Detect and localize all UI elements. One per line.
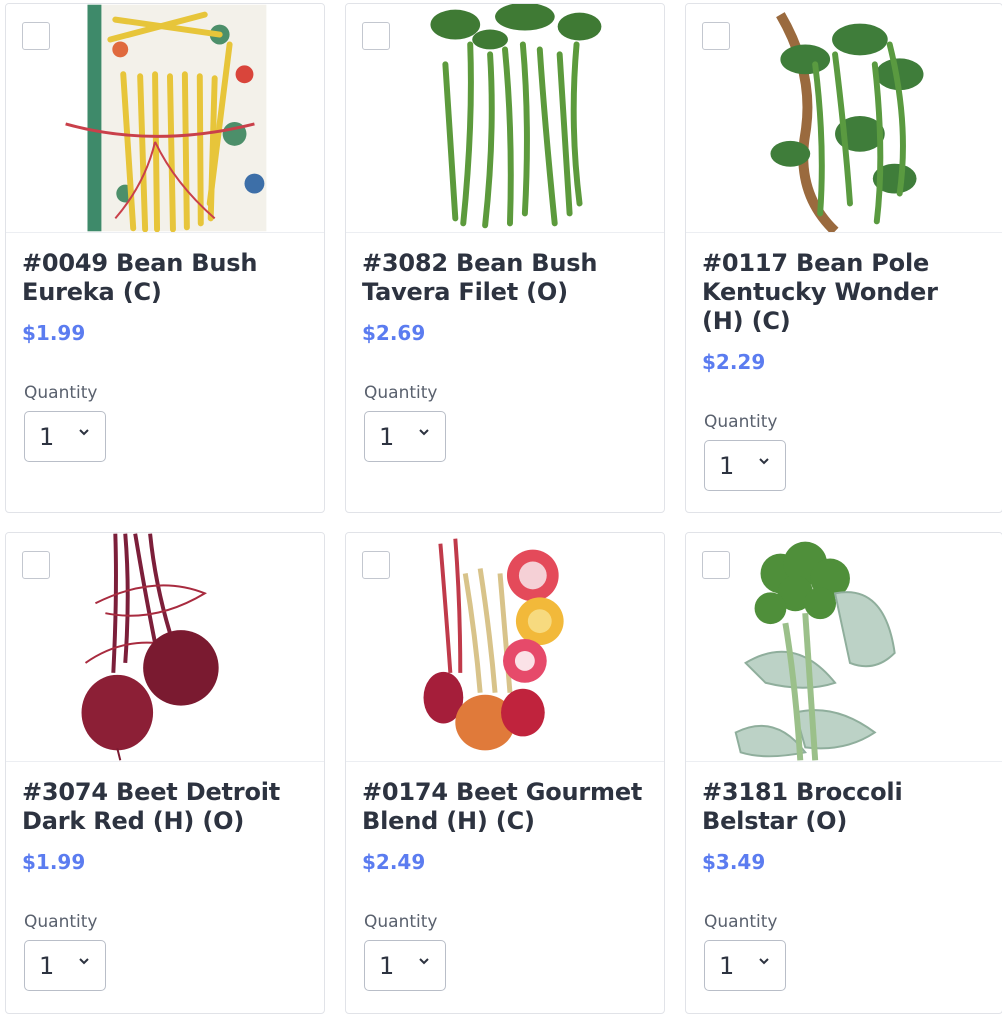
product-image[interactable] xyxy=(346,533,664,762)
chevron-down-icon xyxy=(759,458,769,465)
quantity-select[interactable]: 1 xyxy=(364,940,446,991)
product-image[interactable] xyxy=(346,4,664,233)
select-checkbox[interactable] xyxy=(22,22,50,50)
product-image[interactable] xyxy=(686,533,1002,762)
red-beets-illustration xyxy=(81,533,219,761)
product-title[interactable]: #0174 Beet Gourmet Blend (H) (C) xyxy=(362,778,648,836)
product-price: $2.29 xyxy=(702,350,766,374)
product-price: $1.99 xyxy=(22,850,86,874)
quantity-label: Quantity xyxy=(364,912,438,932)
select-checkbox[interactable] xyxy=(22,551,50,579)
quantity-value: 1 xyxy=(719,452,735,480)
quantity-value: 1 xyxy=(379,952,395,980)
quantity-value: 1 xyxy=(379,423,395,451)
product-title[interactable]: #3181 Broccoli Belstar (O) xyxy=(702,778,986,836)
quantity-select[interactable]: 1 xyxy=(364,411,446,462)
product-title[interactable]: #0049 Bean Bush Eureka (C) xyxy=(22,249,308,307)
yellow-bush-beans-illustration xyxy=(65,4,267,232)
quantity-select[interactable]: 1 xyxy=(24,411,106,462)
quantity-label: Quantity xyxy=(24,383,98,403)
quantity-value: 1 xyxy=(39,423,55,451)
select-checkbox[interactable] xyxy=(702,22,730,50)
gourmet-beets-illustration xyxy=(423,538,564,751)
chevron-down-icon xyxy=(759,958,769,965)
pole-beans-illustration xyxy=(770,12,924,232)
product-card[interactable]: #3074 Beet Detroit Dark Red (H) (O) $1.9… xyxy=(5,532,325,1014)
product-card[interactable]: #3181 Broccoli Belstar (O) $3.49 Quantit… xyxy=(685,532,1002,1014)
product-image[interactable] xyxy=(686,4,1002,233)
quantity-value: 1 xyxy=(39,952,55,980)
quantity-label: Quantity xyxy=(704,912,778,932)
product-price: $2.69 xyxy=(362,321,426,345)
chevron-down-icon xyxy=(419,429,429,436)
product-image[interactable] xyxy=(6,4,324,233)
quantity-select[interactable]: 1 xyxy=(24,940,106,991)
quantity-label: Quantity xyxy=(364,383,438,403)
quantity-label: Quantity xyxy=(24,912,98,932)
product-card[interactable]: #0049 Bean Bush Eureka (C) $1.99 Quantit… xyxy=(5,3,325,513)
quantity-label: Quantity xyxy=(704,412,778,432)
product-price: $2.49 xyxy=(362,850,426,874)
green-filet-beans-illustration xyxy=(430,4,602,229)
product-card[interactable]: #3082 Bean Bush Tavera Filet (O) $2.69 Q… xyxy=(345,3,665,513)
product-title[interactable]: #3082 Bean Bush Tavera Filet (O) xyxy=(362,249,648,307)
product-card[interactable]: #0117 Bean Pole Kentucky Wonder (H) (C) … xyxy=(685,3,1002,513)
product-price: $1.99 xyxy=(22,321,86,345)
quantity-select[interactable]: 1 xyxy=(704,440,786,491)
product-image[interactable] xyxy=(6,533,324,762)
chevron-down-icon xyxy=(79,429,89,436)
product-title[interactable]: #0117 Bean Pole Kentucky Wonder (H) (C) xyxy=(702,249,986,336)
select-checkbox[interactable] xyxy=(362,22,390,50)
chevron-down-icon xyxy=(419,958,429,965)
chevron-down-icon xyxy=(79,958,89,965)
product-title[interactable]: #3074 Beet Detroit Dark Red (H) (O) xyxy=(22,778,308,836)
quantity-select[interactable]: 1 xyxy=(704,940,786,991)
select-checkbox[interactable] xyxy=(702,551,730,579)
quantity-value: 1 xyxy=(719,952,735,980)
select-checkbox[interactable] xyxy=(362,551,390,579)
product-price: $3.49 xyxy=(702,850,766,874)
broccoli-illustration xyxy=(734,541,896,761)
product-card[interactable]: #0174 Beet Gourmet Blend (H) (C) $2.49 Q… xyxy=(345,532,665,1014)
